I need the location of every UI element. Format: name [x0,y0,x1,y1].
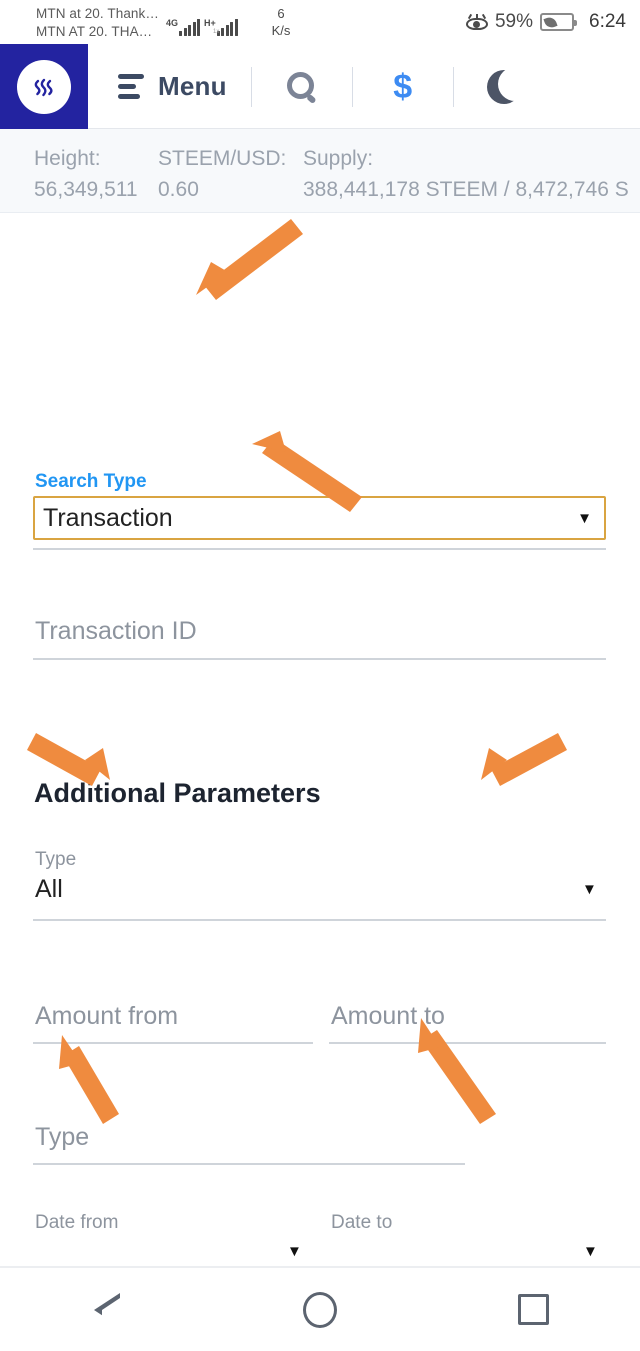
circle-home-icon [302,1291,337,1328]
battery-saver-leaf-icon [540,13,578,31]
info-price: STEEM/USD: 0.60 [158,143,303,205]
date-from-label: Date from [35,1212,119,1233]
type-select-label: Type [35,849,77,870]
chevron-down-icon: ▼ [577,509,592,527]
arrow-to-date-from-input [59,1035,119,1124]
chevron-down-icon[interactable]: ▼ [287,1243,302,1260]
date-to-label: Date to [331,1212,393,1233]
signal-hplus-sublabel: 1x [213,29,220,35]
info-height-value: 56,349,511 [34,178,138,201]
battery-percent-label: 59% [494,11,534,32]
blockchain-info-bar: Height: 56,349,511 STEEM/USD: 0.60 Suppl… [0,129,640,213]
search-type-select[interactable]: Transaction ▼ [33,496,606,540]
transaction-id-input[interactable]: Transaction ID [35,617,197,646]
clock-label: 6:24 [589,11,626,32]
dollar-sign-icon: $ [393,67,413,106]
info-price-label: STEEM/USD: [158,147,287,170]
steem-logo-icon [17,59,71,114]
signal-hplus-label: H+ [204,18,216,28]
data-rate-value: 6 [277,6,285,21]
info-height: Height: 56,349,511 [34,143,158,205]
signal-indicators: 4G H+ 1x [166,6,238,36]
phone-screen: MTN at 20. Thank… MTN AT 20. THA… 4G H+ … [0,0,640,1351]
amount-to-input[interactable]: Amount to [331,1002,445,1031]
info-height-label: Height: [34,147,101,170]
data-rate-indicator: 6 K/s [264,5,298,39]
transaction-id-underline [33,658,606,660]
menu-button[interactable]: Menu [88,44,251,129]
status-bar-left: MTN at 20. Thank… MTN AT 20. THA… 4G H+ … [36,2,336,44]
app-navbar: Menu $ [0,44,640,129]
arrow-to-date-to-input [418,1018,496,1124]
info-supply-label: Supply: [303,147,374,170]
info-supply: Supply: 388,441,178 STEEM / 8,472,746 S [303,143,629,205]
notification-line-1: MTN at 20. Thank… [36,6,159,21]
signal-hplus-icon: H+ 1x [204,19,238,36]
search-type-underline [33,548,606,550]
status-bar-right: 59% 6:24 [465,0,626,44]
arrow-to-search-type-select [196,219,303,300]
data-rate-unit: K/s [271,23,291,38]
notification-ticker: MTN at 20. Thank… MTN AT 20. THA… [36,5,159,41]
moon-dark-mode-icon [486,69,521,104]
navbar-items: Menu $ [88,44,640,129]
steem-logo-button[interactable] [0,44,88,129]
info-price-value: 0.60 [158,178,199,201]
menu-label: Menu [158,71,227,101]
square-recents-icon [517,1294,549,1325]
signal-4g-icon: 4G [166,18,201,36]
arrow-to-amount-to-input [481,733,567,786]
chevron-down-icon[interactable]: ▼ [582,881,597,898]
type-input[interactable]: Type [35,1123,89,1152]
signal-4g-label: 4G [166,18,179,28]
type-select-value[interactable]: All [35,875,63,904]
triangle-back-icon [93,1292,120,1339]
search-type-label: Search Type [35,471,147,492]
nav-recents-button[interactable] [473,1267,593,1351]
amount-from-underline [33,1042,313,1044]
search-button[interactable] [252,44,352,129]
android-system-nav [0,1266,640,1351]
notification-line-2: MTN AT 20. THA… [36,24,153,39]
type-select-underline [33,919,606,921]
hamburger-menu-icon [118,74,144,99]
dark-mode-toggle[interactable] [454,44,554,129]
type-input-underline [33,1163,465,1165]
info-bar-separator [0,212,640,213]
nav-back-button[interactable] [47,1267,167,1351]
search-type-value: Transaction [43,503,173,532]
info-supply-value: 388,441,178 STEEM / 8,472,746 S [303,178,629,201]
additional-parameters-title: Additional Parameters [34,778,321,808]
search-magnifier-icon [286,71,317,104]
amount-to-underline [329,1042,606,1044]
status-bar: MTN at 20. Thank… MTN AT 20. THA… 4G H+ … [0,0,640,44]
amount-from-input[interactable]: Amount from [35,1002,178,1031]
eye-comfort-icon [465,13,488,30]
chevron-down-icon[interactable]: ▼ [583,1243,598,1260]
currency-button[interactable]: $ [353,44,453,129]
nav-home-button[interactable] [260,1267,380,1351]
